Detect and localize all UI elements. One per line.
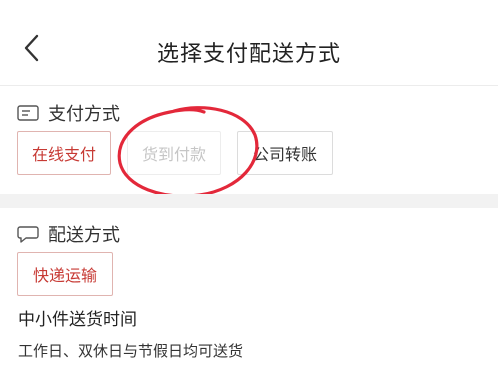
- card-icon: [16, 103, 40, 123]
- shipping-label: 配送方式: [48, 225, 120, 246]
- payment-section: 支付方式 在线支付 货到付款 公司转账: [0, 87, 498, 194]
- pay-option-online[interactable]: 在线支付: [17, 131, 111, 175]
- delivery-time-description: 工作日、双休日与节假日均可送货: [18, 342, 244, 360]
- payment-label: 支付方式: [48, 104, 120, 125]
- page-title: 选择支付配送方式: [156, 42, 341, 67]
- ship-option-express[interactable]: 快递运输: [17, 252, 113, 296]
- shipping-header: 配送方式: [16, 221, 120, 247]
- nav-bar: 选择支付配送方式: [0, 0, 498, 86]
- chat-bubble-icon: [16, 224, 40, 244]
- section-divider: [0, 194, 498, 208]
- payment-header: 支付方式: [16, 100, 120, 126]
- delivery-time-title: 中小件送货时间: [18, 310, 137, 330]
- pay-option-transfer[interactable]: 公司转账: [237, 131, 333, 175]
- pay-option-cod[interactable]: 货到付款: [127, 131, 221, 175]
